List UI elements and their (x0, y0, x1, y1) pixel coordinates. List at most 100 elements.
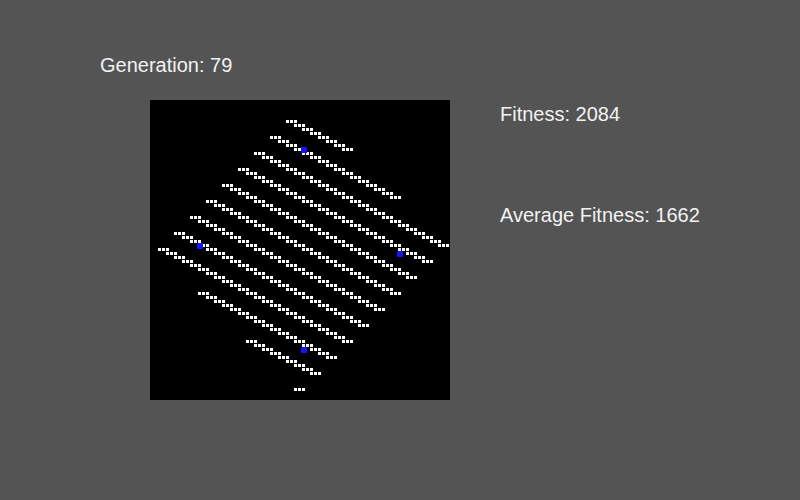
grid-cell (270, 180, 273, 183)
grid-cell (374, 188, 377, 191)
grid-cell (318, 208, 321, 211)
grid-cell (354, 176, 357, 179)
grid-cell (422, 232, 425, 235)
grid-cell (366, 280, 369, 283)
grid-cell (334, 144, 337, 147)
grid-cell (350, 172, 353, 175)
grid-cell (270, 232, 273, 235)
grid-cell (262, 252, 265, 255)
grid-cell (210, 200, 213, 203)
grid-cell (334, 192, 337, 195)
grid-cell (234, 188, 237, 191)
grid-cell (190, 240, 193, 243)
grid-cell (278, 352, 281, 355)
grid-cell (434, 240, 437, 243)
grid-cell (182, 256, 185, 259)
grid-cell (254, 220, 257, 223)
grid-cell (294, 336, 297, 339)
grid-cell (322, 328, 325, 331)
grid-cell (374, 208, 377, 211)
grid-cell (222, 276, 225, 279)
grid-cell (330, 308, 333, 311)
grid-cell (262, 224, 265, 227)
grid-cell (374, 232, 377, 235)
grid-cell (334, 140, 337, 143)
grid-cell (310, 344, 313, 347)
grid-cell (302, 220, 305, 223)
grid-cell (238, 264, 241, 267)
grid-cell (334, 236, 337, 239)
grid-cell (262, 152, 265, 155)
grid-cell (318, 156, 321, 159)
grid-cell (330, 188, 333, 191)
grid-cell (362, 300, 365, 303)
grid-cell (326, 260, 329, 263)
grid-cell (362, 228, 365, 231)
grid-cell (338, 168, 341, 171)
grid-cell (370, 232, 373, 235)
grid-cell (346, 316, 349, 319)
grid-cell (366, 304, 369, 307)
grid-cell (302, 296, 305, 299)
grid-cell (198, 268, 201, 271)
grid-cell (274, 280, 277, 283)
grid-cell (314, 228, 317, 231)
grid-cell (302, 368, 305, 371)
grid-cell (262, 272, 265, 275)
grid-cell (318, 180, 321, 183)
grid-cell (230, 208, 233, 211)
grid-cell (242, 288, 245, 291)
stats-panel: Fitness: 2084Average Fitness: 1662 (500, 0, 700, 500)
grid-cell (374, 284, 377, 287)
grid-cell (198, 216, 201, 219)
grid-cell (266, 156, 269, 159)
grid-cell (286, 164, 289, 167)
grid-cell (334, 288, 337, 291)
grid-cell (194, 264, 197, 267)
grid-cell (370, 184, 373, 187)
grid-cell (282, 356, 285, 359)
grid-cell (362, 204, 365, 207)
grid-cell (254, 316, 257, 319)
grid-cell (166, 252, 169, 255)
grid-cell (302, 320, 305, 323)
grid-cell (306, 176, 309, 179)
agent-marker (301, 147, 307, 153)
grid-cell (310, 128, 313, 131)
grid-cell (326, 304, 329, 307)
grid-cell (294, 220, 297, 223)
grid-cell (354, 296, 357, 299)
grid-cell (310, 300, 313, 303)
grid-cell (230, 260, 233, 263)
grid-cell (310, 252, 313, 255)
grid-cell (418, 232, 421, 235)
grid-cell (322, 280, 325, 283)
grid-cell (206, 268, 209, 271)
grid-cell (286, 120, 289, 123)
grid-cell (342, 216, 345, 219)
grid-cell (394, 220, 397, 223)
grid-cell (274, 232, 277, 235)
grid-cell (318, 228, 321, 231)
grid-cell (326, 164, 329, 167)
grid-cell (366, 252, 369, 255)
grid-cell (230, 304, 233, 307)
grid-cell (238, 260, 241, 263)
grid-cell (274, 160, 277, 163)
grid-cell (254, 344, 257, 347)
grid-cell (270, 348, 273, 351)
grid-cell (302, 200, 305, 203)
grid-cell (326, 332, 329, 335)
grid-cell (266, 204, 269, 207)
grid-cell (242, 240, 245, 243)
grid-cell (350, 248, 353, 251)
grid-cell (402, 224, 405, 227)
grid-cell (406, 272, 409, 275)
grid-cell (278, 164, 281, 167)
grid-cell (250, 172, 253, 175)
grid-cell (286, 216, 289, 219)
grid-cell (222, 252, 225, 255)
grid-cell (326, 356, 329, 359)
grid-cell (278, 260, 281, 263)
grid-cell (298, 172, 301, 175)
